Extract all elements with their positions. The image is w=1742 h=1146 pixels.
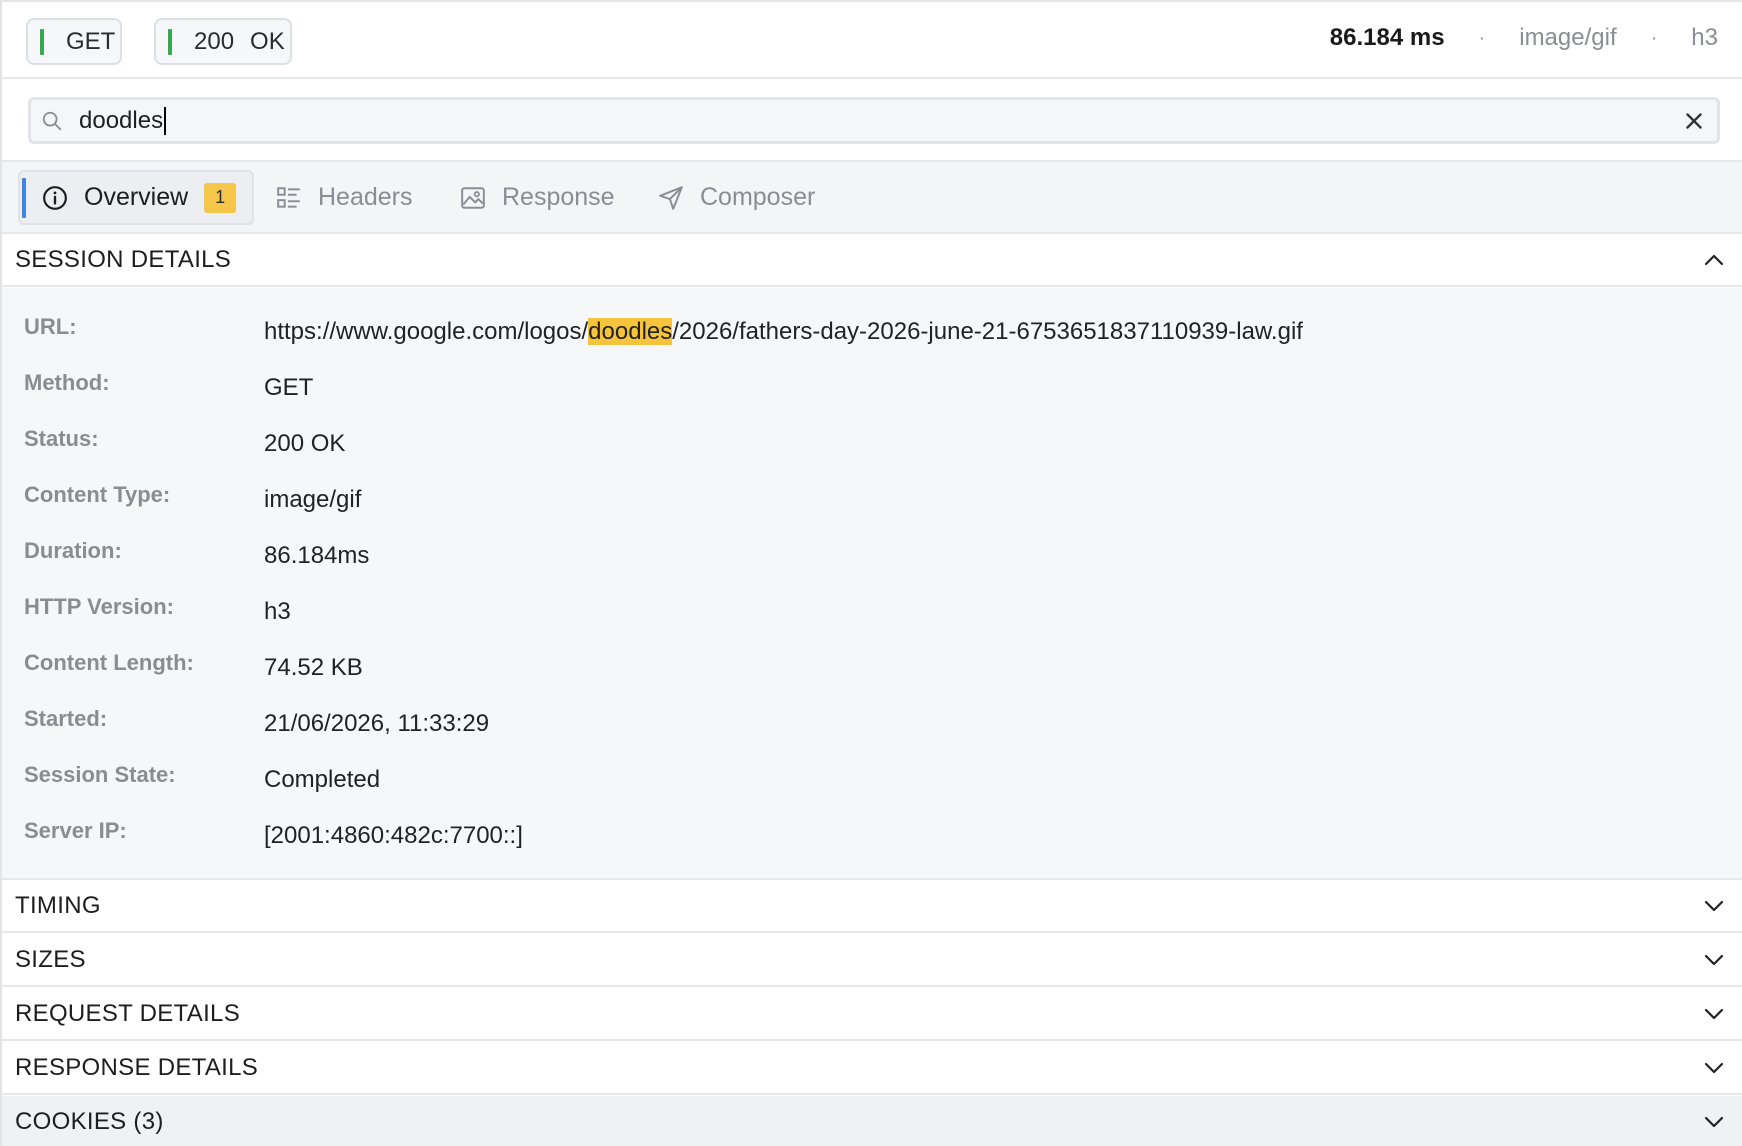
tab-label: Composer	[700, 183, 816, 211]
detail-value: GET	[264, 374, 314, 401]
section-session-details[interactable]: SESSION DETAILS	[2, 234, 1742, 287]
search-input[interactable]: doodles	[28, 97, 1720, 144]
section-title: SIZES	[15, 945, 86, 973]
section-cookies[interactable]: COOKIES (3)	[2, 1096, 1742, 1146]
detail-label: Session State:	[24, 762, 176, 787]
detail-label: Content Length:	[24, 650, 194, 675]
tab-label: Headers	[318, 183, 413, 211]
separator: ·	[1478, 26, 1486, 49]
status-indicator	[40, 28, 44, 55]
detail-label: Content Type:	[24, 482, 171, 507]
detail-value: image/gif	[264, 486, 362, 513]
detail-row-session-state: Session State: Completed	[2, 762, 1742, 818]
separator: ·	[1650, 26, 1658, 49]
detail-label: HTTP Version:	[24, 594, 174, 619]
detail-value: 86.184ms	[264, 542, 370, 569]
detail-label: Started:	[24, 706, 108, 731]
section-response-details[interactable]: RESPONSE DETAILS	[2, 1042, 1742, 1095]
search-value[interactable]: doodles	[79, 107, 163, 135]
tab-composer[interactable]: Composer	[658, 170, 815, 225]
tab-bar: Overview 1 Headers Response Composer	[2, 162, 1742, 234]
search-row: doodles	[2, 79, 1742, 162]
status-pill: 200 OK	[154, 18, 292, 65]
search-icon	[42, 111, 62, 130]
detail-row-http-version: HTTP Version: h3	[2, 594, 1742, 650]
detail-row-status: Status: 200 OK	[2, 426, 1742, 482]
summary-bar: GET 200 OK 86.184 ms · image/gif · h3	[2, 2, 1742, 79]
image-icon	[461, 186, 485, 209]
detail-row-content-length: Content Length: 74.52 KB	[2, 650, 1742, 706]
tab-headers[interactable]: Headers	[276, 170, 413, 225]
duration-value: 86.184 ms	[1329, 24, 1445, 51]
detail-value: 74.52 KB	[264, 654, 363, 681]
session-inspector: GET 200 OK 86.184 ms · image/gif · h3 do…	[0, 0, 1742, 1146]
section-timing[interactable]: TIMING	[2, 880, 1742, 933]
detail-row-content-type: Content Type: image/gif	[2, 482, 1742, 538]
detail-row-duration: Duration: 86.184ms	[2, 538, 1742, 594]
detail-label: Duration:	[24, 538, 122, 563]
status-code: 200	[194, 27, 235, 55]
chevron-down-icon[interactable]	[1702, 1110, 1726, 1134]
detail-value: [2001:4860:482c:7700::]	[264, 822, 523, 849]
chevron-up-icon[interactable]	[1702, 248, 1726, 272]
method-pill: GET	[26, 18, 122, 65]
section-title: COOKIES (3)	[15, 1107, 164, 1135]
detail-value: 200 OK	[264, 430, 346, 457]
detail-row-url: URL: https://www.google.com/logos/doodle…	[2, 314, 1742, 370]
detail-value: 21/06/2026, 11:33:29	[264, 710, 490, 737]
tab-overview[interactable]: Overview 1	[18, 170, 254, 225]
section-request-details[interactable]: REQUEST DETAILS	[2, 988, 1742, 1041]
detail-value: Completed	[264, 766, 381, 793]
detail-row-server-ip: Server IP: [2001:4860:482c:7700::]	[2, 818, 1742, 874]
tab-label: Overview	[84, 183, 189, 211]
list-icon	[277, 186, 300, 208]
section-title: RESPONSE DETAILS	[15, 1053, 259, 1081]
tab-response[interactable]: Response	[460, 170, 615, 225]
detail-value: h3	[264, 598, 291, 625]
text-caret	[164, 106, 167, 135]
section-title: TIMING	[15, 891, 101, 919]
protocol-value: h3	[1691, 24, 1718, 51]
detail-label: Server IP:	[24, 818, 127, 843]
detail-row-method: Method: GET	[2, 370, 1742, 426]
chevron-down-icon[interactable]	[1702, 948, 1726, 972]
method-label: GET	[66, 27, 116, 55]
section-title: REQUEST DETAILS	[15, 999, 240, 1027]
status-text: OK	[250, 27, 285, 55]
tab-label: Response	[502, 183, 615, 211]
session-details-body: URL: https://www.google.com/logos/doodle…	[2, 288, 1742, 880]
chevron-down-icon[interactable]	[1702, 1056, 1726, 1080]
close-icon[interactable]	[1681, 108, 1707, 134]
status-indicator	[168, 28, 172, 55]
section-title: SESSION DETAILS	[15, 245, 232, 273]
send-icon	[659, 185, 683, 210]
info-icon	[43, 185, 67, 210]
chevron-down-icon[interactable]	[1702, 1002, 1726, 1026]
active-tab-indicator	[22, 177, 26, 218]
detail-row-started: Started: 21/06/2026, 11:33:29	[2, 706, 1742, 762]
detail-label: Method:	[24, 370, 110, 395]
detail-label: Status:	[24, 426, 99, 451]
chevron-down-icon[interactable]	[1702, 894, 1726, 918]
search-match-highlight: doodles	[588, 318, 673, 345]
content-type-value: image/gif	[1519, 24, 1617, 51]
detail-label: URL:	[24, 314, 77, 339]
url-prefix: https://www.google.com/logos/	[264, 318, 589, 345]
url-value: https://www.google.com/logos/doodles/202…	[264, 318, 1303, 346]
summary-meta: 86.184 ms · image/gif · h3	[1330, 24, 1718, 52]
url-suffix: /2026/fathers-day-2026-june-21-675365183…	[672, 318, 1303, 345]
count-badge: 1	[204, 182, 237, 213]
section-sizes[interactable]: SIZES	[2, 934, 1742, 987]
